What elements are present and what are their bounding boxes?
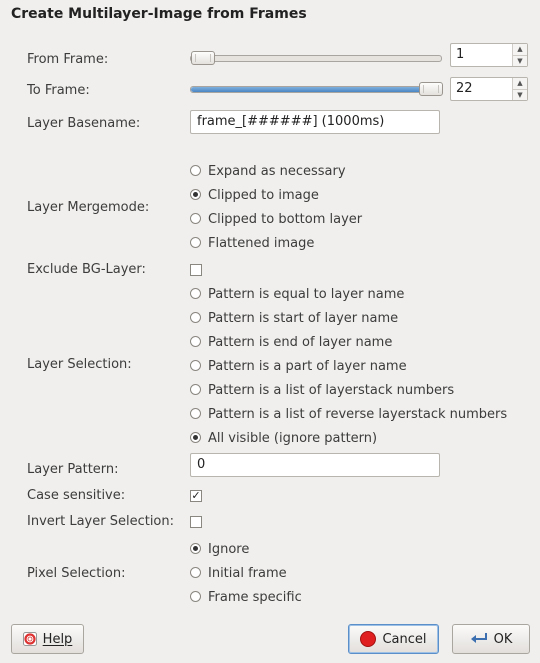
return-arrow-icon	[470, 632, 488, 646]
spin-down-icon[interactable]: ▼	[513, 55, 527, 67]
mergemode-option[interactable]: Clipped to bottom layer	[190, 212, 362, 227]
spin-up-icon[interactable]: ▲	[513, 78, 527, 89]
to-frame-slider-handle[interactable]	[419, 82, 443, 96]
pixel-selection-option[interactable]: Ignore	[190, 542, 249, 557]
exclude-bg-label: Exclude BG-Layer:	[27, 262, 146, 277]
lifebuoy-icon	[22, 632, 37, 646]
radio-icon	[190, 336, 201, 347]
exclude-bg-checkbox[interactable]	[190, 264, 202, 276]
radio-icon	[190, 360, 201, 371]
radio-icon	[190, 165, 201, 176]
radio-icon	[190, 312, 201, 323]
radio-icon	[190, 237, 201, 248]
cancel-button[interactable]: Cancel	[348, 624, 439, 654]
spin-up-icon[interactable]: ▲	[513, 44, 527, 55]
case-sensitive-label: Case sensitive:	[27, 488, 126, 503]
layer-selection-option[interactable]: Pattern is start of layer name	[190, 311, 398, 326]
layer-selection-option[interactable]: Pattern is end of layer name	[190, 335, 392, 350]
layer-selection-option[interactable]: Pattern is equal to layer name	[190, 287, 404, 302]
invert-selection-label: Invert Layer Selection:	[27, 514, 175, 529]
radio-icon	[190, 384, 201, 395]
spin-down-icon[interactable]: ▼	[513, 89, 527, 101]
case-sensitive-checkbox[interactable]: ✓	[190, 490, 202, 502]
mergemode-option[interactable]: Flattened image	[190, 236, 314, 251]
radio-icon	[190, 408, 201, 419]
pixel-selection-option[interactable]: Initial frame	[190, 566, 287, 581]
to-frame-slider[interactable]	[190, 82, 443, 96]
layer-pattern-label: Layer Pattern:	[27, 462, 119, 477]
ok-button[interactable]: OK	[452, 624, 530, 654]
radio-icon	[190, 591, 201, 602]
radio-selected-icon	[190, 543, 201, 554]
help-button-label: Help	[42, 631, 73, 647]
mergemode-option[interactable]: Clipped to image	[190, 188, 319, 203]
layer-selection-option[interactable]: Pattern is a list of layerstack numbers	[190, 383, 454, 398]
layer-selection-label: Layer Selection:	[27, 357, 132, 372]
layer-basename-label: Layer Basename:	[27, 116, 141, 131]
from-frame-label: From Frame:	[27, 52, 109, 67]
layer-mergemode-label: Layer Mergemode:	[27, 200, 150, 215]
radio-icon	[190, 288, 201, 299]
to-frame-label: To Frame:	[27, 83, 90, 98]
pixel-selection-label: Pixel Selection:	[27, 566, 126, 581]
layer-selection-option[interactable]: All visible (ignore pattern)	[190, 431, 377, 446]
from-frame-slider-handle[interactable]	[191, 51, 215, 65]
radio-icon	[190, 567, 201, 578]
to-frame-value[interactable]: 22	[456, 81, 473, 96]
pixel-selection-option[interactable]: Frame specific	[190, 590, 302, 605]
from-frame-spinbox[interactable]: 1 ▲ ▼	[450, 43, 528, 67]
layer-selection-option[interactable]: Pattern is a list of reverse layerstack …	[190, 407, 507, 422]
layer-pattern-input[interactable]: 0	[190, 453, 440, 477]
help-button[interactable]: Help	[11, 624, 84, 654]
radio-selected-icon	[190, 189, 201, 200]
radio-icon	[190, 213, 201, 224]
to-frame-slider-fill	[191, 87, 430, 92]
layer-basename-input[interactable]: frame_[######] (1000ms)	[190, 110, 440, 134]
cancel-button-label: Cancel	[382, 631, 427, 647]
from-frame-slider[interactable]	[190, 51, 442, 65]
dialog-title: Create Multilayer-Image from Frames	[11, 6, 307, 22]
radio-selected-icon	[190, 432, 201, 443]
to-frame-spinbox[interactable]: 22 ▲ ▼	[450, 77, 528, 101]
mergemode-option[interactable]: Expand as necessary	[190, 164, 346, 179]
invert-selection-checkbox[interactable]	[190, 516, 202, 528]
stop-icon	[360, 631, 377, 647]
ok-button-label: OK	[493, 631, 513, 647]
from-frame-value[interactable]: 1	[456, 47, 464, 62]
layer-selection-option[interactable]: Pattern is a part of layer name	[190, 359, 407, 374]
